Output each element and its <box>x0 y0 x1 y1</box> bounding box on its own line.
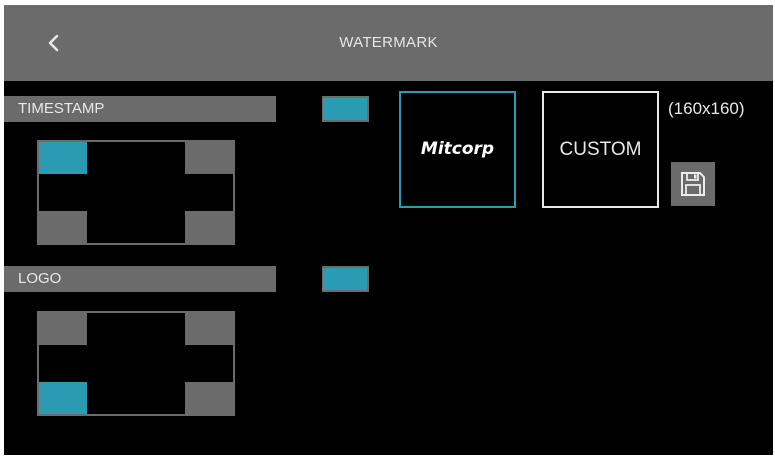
toggle-off-segment <box>276 96 322 122</box>
header-bar: WATERMARK <box>4 5 773 81</box>
timestamp-toggle[interactable] <box>276 96 369 122</box>
timestamp-position-top-left[interactable] <box>39 142 87 174</box>
timestamp-position-bottom-right[interactable] <box>185 211 233 243</box>
back-button[interactable] <box>34 23 74 63</box>
toggle-off-segment <box>276 266 322 292</box>
custom-watermark-option[interactable]: CUSTOM <box>542 91 659 208</box>
toggle-on-segment <box>323 98 367 120</box>
timestamp-section-bar: TIMESTAMP <box>4 96 369 122</box>
save-button[interactable] <box>671 162 715 206</box>
custom-size-label: (160x160) <box>668 99 745 118</box>
logo-position-bottom-right[interactable] <box>185 382 233 414</box>
logo-position-bottom-left[interactable] <box>39 382 87 414</box>
logo-position-top-right[interactable] <box>185 313 233 345</box>
logo-label: LOGO <box>18 270 62 287</box>
timestamp-position-bottom-left[interactable] <box>39 211 87 243</box>
page-title: WATERMARK <box>339 34 438 51</box>
chevron-left-icon <box>48 34 59 52</box>
toggle-on-segment <box>323 268 367 290</box>
custom-label: CUSTOM <box>559 139 642 160</box>
logo-toggle[interactable] <box>276 266 369 292</box>
logo-section-bar: LOGO <box>4 266 369 292</box>
timestamp-position-grid <box>37 140 235 245</box>
mitcorp-logo: Mitcorp <box>420 139 495 159</box>
watermark-screen: WATERMARK TIMESTAMP LOGO Mitcorp CUSTOM … <box>4 5 773 455</box>
logo-position-grid <box>37 311 235 416</box>
logo-watermark-option[interactable]: Mitcorp <box>399 91 516 208</box>
floppy-disk-icon <box>681 172 705 196</box>
logo-position-top-left[interactable] <box>39 313 87 345</box>
timestamp-position-top-right[interactable] <box>185 142 233 174</box>
timestamp-label: TIMESTAMP <box>18 100 105 117</box>
